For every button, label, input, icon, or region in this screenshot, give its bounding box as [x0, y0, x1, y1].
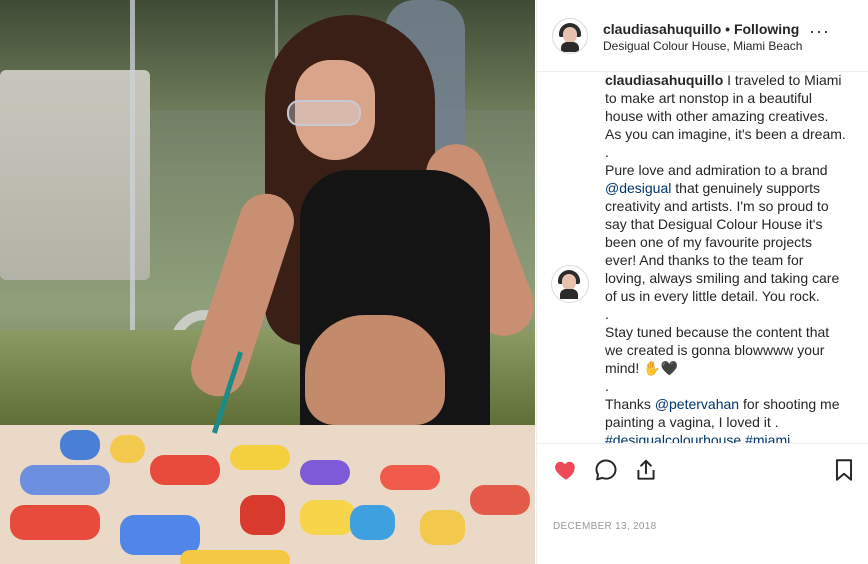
- caption-line: of us in every little detail. You rock.: [605, 288, 820, 304]
- post-header: claudiasahuquillo • Following Desigual C…: [537, 0, 868, 72]
- mention-petervahan-link[interactable]: @petervahan: [655, 396, 739, 412]
- share-icon[interactable]: [633, 457, 659, 483]
- hashtag-link[interactable]: #desigualcolourhouse #miami: [605, 431, 855, 443]
- user-avatar[interactable]: [552, 18, 588, 54]
- caption-line: Pure love and admiration to a brand: [605, 162, 828, 178]
- caption-line: .: [605, 144, 609, 160]
- photo-glasses: [287, 100, 361, 126]
- comment-icon[interactable]: [593, 457, 619, 483]
- location-link[interactable]: Desigual Colour House, Miami Beach: [603, 39, 802, 53]
- caption-line: I traveled to Miami: [727, 72, 842, 88]
- caption-line: we created is gonna blowwww your: [605, 342, 825, 358]
- post-photo[interactable]: [0, 0, 535, 564]
- heart-filled-icon[interactable]: [553, 457, 579, 483]
- caption-line: .: [605, 306, 609, 322]
- more-options-icon[interactable]: ···: [809, 22, 830, 40]
- caption-line: house with other amazing creatives.: [605, 108, 829, 124]
- post-side-panel: claudiasahuquillo • Following Desigual C…: [536, 0, 868, 564]
- caption-line: ever! And thanks to the team for: [605, 252, 804, 268]
- caption-line: to make art nonstop in a beautiful: [605, 90, 813, 106]
- mention-desigual-link[interactable]: @desigual: [605, 180, 671, 196]
- following-button[interactable]: Following: [734, 21, 799, 37]
- bookmark-icon[interactable]: [831, 457, 857, 483]
- caption-line: say that Desigual Colour House it's: [605, 216, 823, 232]
- username-link[interactable]: claudiasahuquillo: [603, 21, 721, 37]
- caption-line: been one of my favourite projects: [605, 234, 813, 250]
- photo-knee: [305, 315, 445, 425]
- photo-truck: [0, 70, 150, 280]
- caption-line: As you can imagine, it's been a dream.: [605, 126, 846, 142]
- caption-line: loving, always smiling and taking care: [605, 270, 840, 286]
- action-bar: [537, 443, 868, 500]
- caption-line: for shooting me: [742, 396, 840, 412]
- caption-line: creativity and artists. I'm so proud to: [605, 198, 829, 214]
- caption-text: claudiasahuquillo I traveled to Miami to…: [605, 71, 855, 443]
- caption-line: painting a vagina, I loved it .: [605, 414, 779, 430]
- caption-line: Thanks: [605, 396, 651, 412]
- caption-line: .: [605, 378, 609, 394]
- caption-line: that genuinely supports: [675, 180, 821, 196]
- caption-line: mind! ✋🖤: [605, 360, 678, 376]
- caption-username-link[interactable]: claudiasahuquillo: [605, 72, 723, 88]
- photo-painted-canvas: [0, 425, 535, 564]
- post-date: DECEMBER 13, 2018: [553, 521, 657, 532]
- header-user-line: claudiasahuquillo • Following: [603, 21, 799, 37]
- caption-avatar[interactable]: [551, 265, 589, 303]
- caption-line: Stay tuned because the content that: [605, 324, 830, 340]
- separator-dot: •: [725, 21, 731, 37]
